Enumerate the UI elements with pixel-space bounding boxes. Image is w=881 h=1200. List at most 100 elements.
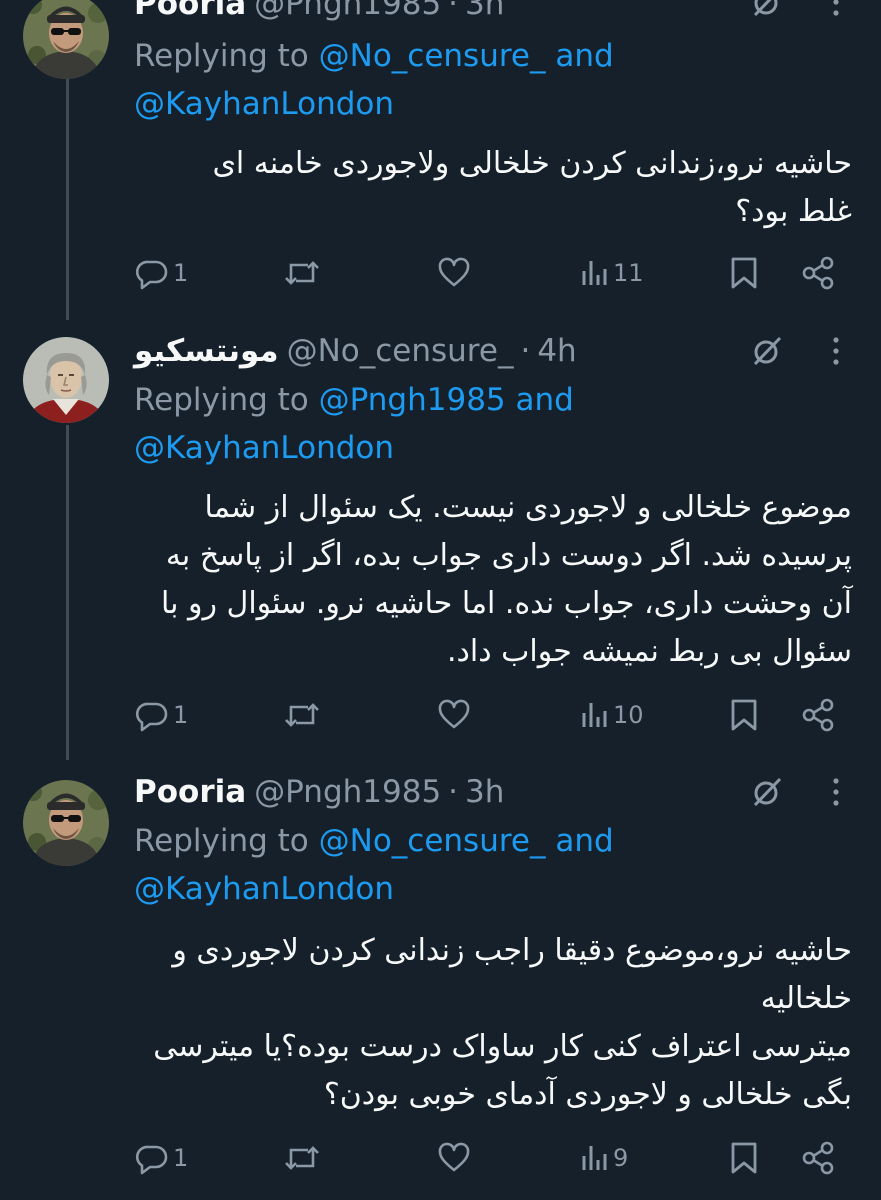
user-handle[interactable]: @Pngh1985 xyxy=(254,774,441,810)
grok-icon[interactable] xyxy=(750,334,784,368)
bookmark-button[interactable] xyxy=(728,1138,760,1178)
views-count: 9 xyxy=(613,1144,629,1172)
user-handle[interactable]: @No_censure_ xyxy=(287,333,514,369)
tweet-text-line: موضوع خلخالی و لاجوردی نیست. یک سئوال از… xyxy=(204,490,852,525)
share-button[interactable] xyxy=(800,695,836,735)
bookmark-icon xyxy=(731,1142,757,1174)
bookmark-button[interactable] xyxy=(728,695,760,735)
tweet-text-line: میترسی اعتراف کنی کار ساواک درست بوده؟یا… xyxy=(153,1029,852,1064)
mention-conjunction[interactable]: and xyxy=(555,38,613,74)
user-handle[interactable]: @Pngh1985 xyxy=(254,0,441,22)
display-name[interactable]: مونتسکیو xyxy=(134,333,279,369)
action-bar: 1 xyxy=(134,695,854,735)
views-button[interactable]: 10 xyxy=(580,695,644,735)
views-count: 10 xyxy=(613,701,644,729)
tweet-text: موضوع خلخالی و لاجوردی نیست. یک سئوال از… xyxy=(134,484,852,676)
reply-icon xyxy=(135,260,168,290)
bookmark-icon xyxy=(731,257,757,289)
display-name[interactable]: Pooria xyxy=(134,774,246,810)
separator-dot: · xyxy=(448,0,459,22)
tweet-text-line: حاشیه نرو،موضوع دقیقا راجب زندانی کردن ل… xyxy=(172,933,852,968)
reply-count: 1 xyxy=(173,701,189,729)
views-bar-chart-icon xyxy=(582,703,607,727)
avatar-portrait-painting-icon xyxy=(23,337,109,423)
tweet[interactable]: Pooria @Pngh1985 · 3h Replying to @No_ce… xyxy=(0,0,881,320)
mention-link[interactable]: @No_censure_ xyxy=(319,38,546,74)
retweet-button[interactable] xyxy=(282,1138,325,1178)
reply-icon xyxy=(135,702,168,732)
retweet-button[interactable] xyxy=(282,695,325,735)
replying-prefix: Replying to xyxy=(134,823,309,859)
mention-conjunction[interactable]: and xyxy=(516,382,574,418)
replying-prefix: Replying to xyxy=(134,382,309,418)
reply-count: 1 xyxy=(173,1144,189,1172)
avatar-man-sunglasses-icon xyxy=(23,780,109,866)
grok-icon[interactable] xyxy=(750,775,784,809)
more-options-icon[interactable] xyxy=(824,775,848,809)
mention-link[interactable]: @Pngh1985 xyxy=(319,382,506,418)
replying-to: Replying to @No_censure_ and @KayhanLond… xyxy=(134,817,854,913)
reply-button[interactable]: 1 xyxy=(134,695,188,735)
like-button[interactable] xyxy=(436,1138,475,1178)
views-bar-chart-icon xyxy=(582,1146,607,1170)
bookmark-button[interactable] xyxy=(728,253,760,293)
separator-dot: · xyxy=(520,333,531,369)
retweet-icon xyxy=(285,703,319,727)
bookmark-icon xyxy=(731,699,757,731)
more-options-icon[interactable] xyxy=(824,0,848,19)
tweet[interactable]: Pooria @Pngh1985 · 3h Replying to @No_ce… xyxy=(0,760,881,1200)
more-options-icon[interactable] xyxy=(824,334,848,368)
timestamp[interactable]: 3h xyxy=(465,0,504,22)
reply-button[interactable]: 1 xyxy=(134,1138,188,1178)
mention-conjunction[interactable]: and xyxy=(555,823,613,859)
reply-icon xyxy=(135,1145,168,1175)
share-button[interactable] xyxy=(800,1138,836,1178)
tweet[interactable]: مونتسکیو @No_censure_ · 4h Replying to @… xyxy=(0,320,881,760)
mention-link[interactable]: @KayhanLondon xyxy=(134,86,394,122)
avatar[interactable] xyxy=(23,0,109,79)
timestamp[interactable]: 3h xyxy=(465,774,504,810)
thread-connector-line xyxy=(66,425,69,760)
avatar[interactable] xyxy=(23,780,109,866)
views-bar-chart-icon xyxy=(582,261,607,285)
avatar[interactable] xyxy=(23,337,109,423)
tweet-text-line: غلط بود؟ xyxy=(735,194,852,229)
timestamp[interactable]: 4h xyxy=(537,333,576,369)
mention-link[interactable]: @No_censure_ xyxy=(319,823,546,859)
reply-button[interactable]: 1 xyxy=(134,253,188,293)
retweet-button[interactable] xyxy=(282,253,325,293)
retweet-icon xyxy=(285,1146,319,1170)
tweet-text-line: حاشیه نرو،زندانی کردن خلخالی ولاجوردی خا… xyxy=(212,146,852,181)
replying-to: Replying to @Pngh1985 and @KayhanLondon xyxy=(134,376,854,472)
tweet-text-line: بگی خلخالی و لاجوردی آدمای خوبی بودن؟ xyxy=(323,1077,852,1112)
action-bar: 1 xyxy=(134,253,854,293)
tweet-text-line: پرسیده شد. اگر دوست داری جواب بده، اگر ا… xyxy=(165,538,852,573)
thread-screen: Pooria @Pngh1985 · 3h Replying to @No_ce… xyxy=(0,0,881,1200)
tweet-text: حاشیه نرو،موضوع دقیقا راجب زندانی کردن ل… xyxy=(134,927,852,1119)
grok-icon[interactable] xyxy=(750,0,784,19)
like-button[interactable] xyxy=(436,253,475,293)
tweet-text: حاشیه نرو،زندانی کردن خلخالی ولاجوردی خا… xyxy=(134,140,852,236)
display-name[interactable]: Pooria xyxy=(134,0,246,22)
tweet-text-line: خلخالیه xyxy=(760,981,852,1016)
views-button[interactable]: 9 xyxy=(580,1138,628,1178)
retweet-icon xyxy=(285,261,319,285)
like-button[interactable] xyxy=(436,695,475,735)
share-icon xyxy=(802,256,834,290)
action-bar: 1 xyxy=(134,1138,854,1178)
views-button[interactable]: 11 xyxy=(580,253,644,293)
avatar-man-sunglasses-icon xyxy=(23,0,109,79)
share-icon xyxy=(802,1141,834,1175)
separator-dot: · xyxy=(448,774,459,810)
tweet-text-line: سئوال بی ربط نمیشه جواب داد. xyxy=(447,634,852,669)
reply-count: 1 xyxy=(173,259,189,287)
share-button[interactable] xyxy=(800,253,836,293)
heart-icon xyxy=(438,1142,470,1172)
mention-link[interactable]: @KayhanLondon xyxy=(134,430,394,466)
views-count: 11 xyxy=(613,259,644,287)
tweet-text-line: آن وحشت داری، جواب نده. اما حاشیه نرو. س… xyxy=(160,586,852,621)
mention-link[interactable]: @KayhanLondon xyxy=(134,871,394,907)
share-icon xyxy=(802,698,834,732)
heart-icon xyxy=(438,257,470,287)
replying-to: Replying to @No_censure_ and @KayhanLond… xyxy=(134,32,854,128)
